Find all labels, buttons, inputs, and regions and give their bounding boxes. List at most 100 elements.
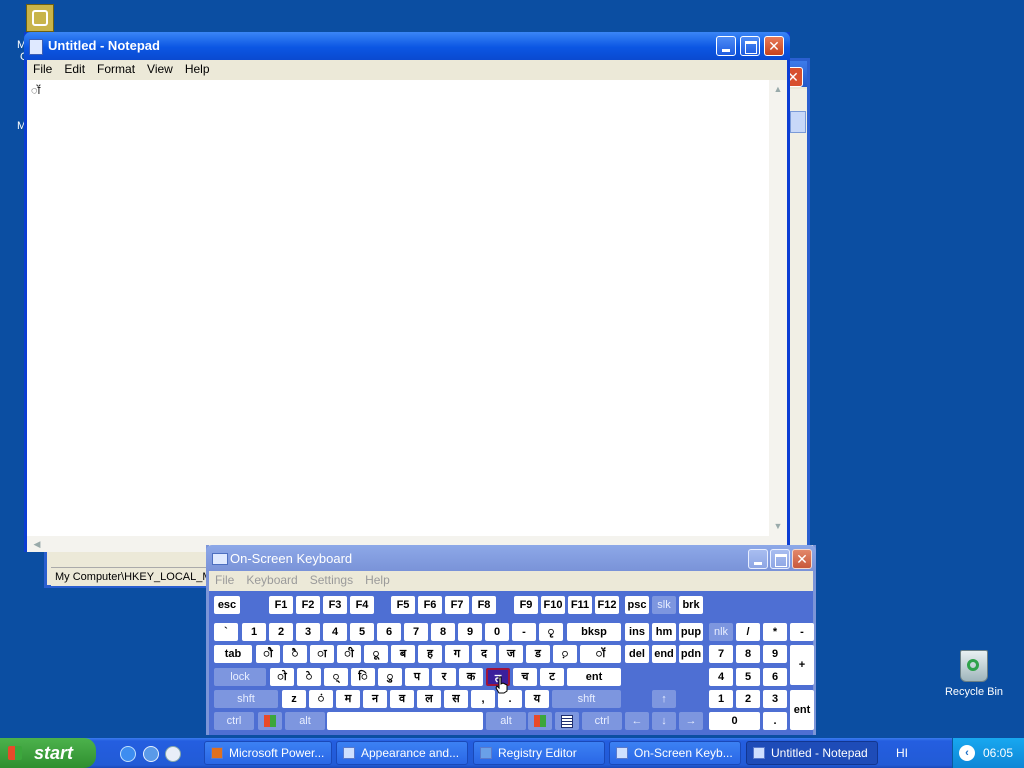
osk-close-button[interactable]: ✕ [792, 549, 812, 569]
key-num-enter[interactable]: ent [790, 690, 814, 730]
key-u-matra[interactable]: ु [378, 668, 402, 686]
key-e-matra[interactable]: े [297, 668, 321, 686]
key-tab[interactable]: tab [214, 645, 252, 663]
key-num-7[interactable]: 7 [709, 645, 733, 663]
key-f2[interactable]: F2 [296, 596, 320, 614]
key-f3[interactable]: F3 [323, 596, 347, 614]
registry-scrollbar[interactable] [789, 89, 807, 559]
key-num-0[interactable]: 0 [709, 712, 760, 730]
key-space[interactable] [327, 712, 483, 730]
task-registry-editor[interactable]: Registry Editor [473, 741, 605, 765]
key-f8[interactable]: F8 [472, 596, 496, 614]
task-notepad[interactable]: Untitled - Notepad [746, 741, 878, 765]
notepad-vertical-scrollbar[interactable]: ▲ ▼ [769, 80, 787, 536]
key-num-1[interactable]: 1 [709, 690, 733, 708]
key-la[interactable]: ल [417, 690, 441, 708]
notepad-window[interactable]: Untitled - Notepad ✕ File Edit Format View H… [24, 32, 790, 552]
key-au-matra[interactable]: ौ [256, 645, 280, 663]
key-7[interactable]: 7 [404, 623, 428, 641]
show-hidden-icons-icon[interactable]: ‹ [959, 745, 975, 761]
key-left-shift[interactable]: shft [214, 690, 278, 708]
internet-explorer-icon[interactable] [120, 746, 136, 762]
key-1[interactable]: 1 [242, 623, 266, 641]
key-pgup[interactable]: pup [679, 623, 703, 641]
scroll-left-arrow-icon[interactable]: ◀ [29, 536, 45, 552]
key-o-matra[interactable]: ो [270, 668, 294, 686]
key-f9[interactable]: F9 [514, 596, 538, 614]
key-right-ctrl[interactable]: ctrl [582, 712, 622, 730]
key-ga[interactable]: ग [445, 645, 469, 663]
key-left-ctrl[interactable]: ctrl [214, 712, 254, 730]
notepad-titlebar[interactable]: Untitled - Notepad ✕ [24, 32, 790, 60]
key-ba[interactable]: ब [391, 645, 415, 663]
windows-explorer-icon[interactable] [143, 746, 159, 762]
key-esc[interactable]: esc [214, 596, 240, 614]
key-arrow-right[interactable]: → [679, 712, 703, 730]
osk-menu-keyboard[interactable]: Keyboard [240, 571, 303, 587]
key-ri[interactable]: ृ [539, 623, 563, 641]
key-ai-matra[interactable]: ै [283, 645, 307, 663]
key-ca[interactable]: च [513, 668, 537, 686]
osk-menu-file[interactable]: File [209, 571, 240, 587]
key-num-6[interactable]: 6 [763, 668, 787, 686]
key-brk[interactable]: brk [679, 596, 703, 614]
key-capslock[interactable]: lock [214, 668, 266, 686]
key-num-plus[interactable]: + [790, 645, 814, 685]
key-z[interactable]: z [282, 690, 306, 708]
key-arrow-down[interactable]: ↓ [652, 712, 676, 730]
key-candra-o[interactable]: ॉ [580, 645, 621, 663]
key-arrow-up[interactable]: ↑ [652, 690, 676, 708]
notepad-text-area[interactable]: ॉ [27, 80, 769, 536]
key-f12[interactable]: F12 [595, 596, 619, 614]
key-backspace[interactable]: bksp [567, 623, 621, 641]
key-num-3[interactable]: 3 [763, 690, 787, 708]
key-ka[interactable]: क [459, 668, 483, 686]
key-f11[interactable]: F11 [568, 596, 592, 614]
key-ins[interactable]: ins [625, 623, 649, 641]
key-psc[interactable]: psc [625, 596, 649, 614]
key-home[interactable]: hm [652, 623, 676, 641]
key-tta[interactable]: ट [540, 668, 564, 686]
osk-menu-settings[interactable]: Settings [304, 571, 359, 587]
key-sa[interactable]: स [444, 690, 468, 708]
key-num-9[interactable]: 9 [763, 645, 787, 663]
close-button[interactable]: ✕ [764, 36, 784, 56]
key-9[interactable]: 9 [458, 623, 482, 641]
key-anusvara[interactable]: ं [309, 690, 333, 708]
on-screen-keyboard-window[interactable]: On-Screen Keyboard ✕ File Keyboard Setting… [206, 545, 816, 735]
key-del[interactable]: del [625, 645, 649, 663]
key-enter[interactable]: ent [567, 668, 621, 686]
task-on-screen-keyboard[interactable]: On-Screen Keyb... [609, 741, 741, 765]
key-ma[interactable]: म [336, 690, 360, 708]
key-ha[interactable]: ह [418, 645, 442, 663]
menu-edit[interactable]: Edit [58, 60, 91, 76]
key-f10[interactable]: F10 [541, 596, 565, 614]
key-aa-matra[interactable]: ा [310, 645, 334, 663]
key-f7[interactable]: F7 [445, 596, 469, 614]
maximize-button[interactable] [740, 36, 760, 56]
key-nukta[interactable]: ़ [553, 645, 577, 663]
key-right-windows[interactable] [528, 712, 552, 730]
desktop-shortcut-icon[interactable] [26, 4, 54, 32]
key-left-alt[interactable]: alt [285, 712, 325, 730]
osk-titlebar[interactable]: On-Screen Keyboard ✕ [206, 545, 816, 571]
key-ya[interactable]: य [525, 690, 549, 708]
key-num-minus[interactable]: - [790, 623, 814, 641]
key-f6[interactable]: F6 [418, 596, 442, 614]
clock[interactable]: 06:05 [983, 738, 1013, 768]
recycle-bin[interactable]: Recycle Bin [944, 650, 1004, 698]
key-left-windows[interactable] [258, 712, 282, 730]
key-right-alt[interactable]: alt [486, 712, 526, 730]
key-3[interactable]: 3 [296, 623, 320, 641]
key-2[interactable]: 2 [269, 623, 293, 641]
osk-minimize-button[interactable] [748, 549, 768, 569]
key-f4[interactable]: F4 [350, 596, 374, 614]
key-0[interactable]: 0 [485, 623, 509, 641]
key-num-4[interactable]: 4 [709, 668, 733, 686]
start-button[interactable]: start [0, 738, 96, 768]
key-num-2[interactable]: 2 [736, 690, 760, 708]
key-6[interactable]: 6 [377, 623, 401, 641]
key-ii-matra[interactable]: ी [337, 645, 361, 663]
key-arrow-left[interactable]: ← [625, 712, 649, 730]
key-num-decimal[interactable]: . [763, 712, 787, 730]
